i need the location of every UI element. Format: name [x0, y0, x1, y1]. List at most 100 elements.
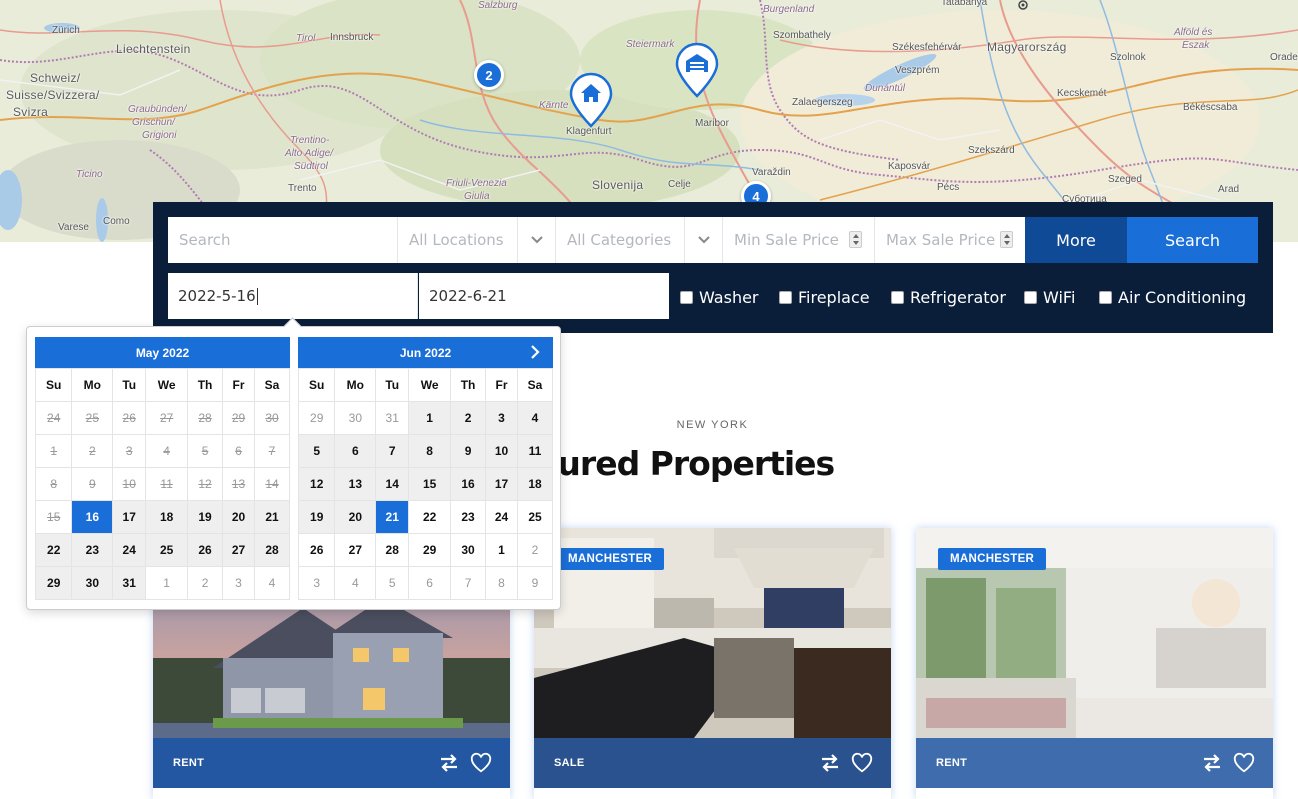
heart-icon[interactable] — [851, 752, 873, 774]
calendar-day[interactable]: 29 — [408, 533, 452, 567]
calendar-day[interactable]: 2 — [517, 533, 553, 567]
calendar-day[interactable]: 25 — [517, 500, 553, 534]
calendar-day[interactable]: 13 — [334, 467, 377, 501]
calendar-day-selected[interactable]: 21 — [375, 500, 410, 534]
calendar-day[interactable]: 9 — [450, 434, 487, 468]
location-select[interactable]: All Locations — [398, 217, 518, 263]
calendar-day[interactable]: 20 — [222, 500, 256, 534]
calendar-day[interactable]: 19 — [297, 500, 336, 534]
calendar-day[interactable]: 30 — [71, 566, 114, 600]
calendar-day[interactable]: 31 — [112, 566, 147, 600]
calendar-day[interactable]: 24 — [112, 533, 147, 567]
checkbox[interactable] — [1024, 291, 1037, 304]
calendar-day[interactable]: 1 — [485, 533, 519, 567]
compare-icon[interactable] — [819, 752, 841, 774]
calendar-day[interactable]: 20 — [334, 500, 377, 534]
category-select[interactable]: All Categories — [556, 217, 685, 263]
checkbox[interactable] — [779, 291, 792, 304]
calendar-day[interactable]: 4 — [517, 401, 553, 435]
house-marker-icon[interactable] — [567, 72, 615, 128]
calendar-day[interactable]: 6 — [334, 434, 377, 468]
calendar-day[interactable]: 1 — [145, 566, 189, 600]
calendar-day[interactable]: 26 — [297, 533, 336, 567]
calendar-day[interactable]: 9 — [517, 566, 553, 600]
calendar-day[interactable]: 22 — [408, 500, 452, 534]
heart-icon[interactable] — [470, 752, 492, 774]
calendar-day[interactable]: 19 — [187, 500, 224, 534]
map-cluster-marker[interactable]: 2 — [474, 60, 504, 90]
calendar-day[interactable]: 14 — [375, 467, 410, 501]
calendar-day[interactable]: 12 — [297, 467, 336, 501]
calendar-day[interactable]: 1 — [408, 401, 452, 435]
property-card[interactable]: MANCHESTER SALE — [534, 528, 891, 799]
page: Salzburg Burgenland Tatabánya Zürich Lie… — [0, 0, 1298, 799]
keyword-input[interactable] — [179, 231, 397, 249]
calendar-day[interactable]: 18 — [517, 467, 553, 501]
calendar-day[interactable]: 16 — [450, 467, 487, 501]
checkout-date-input[interactable]: 2022-6-21 — [419, 273, 669, 319]
amenity-fireplace-checkbox[interactable]: Fireplace — [779, 288, 870, 307]
calendar-day[interactable]: 24 — [485, 500, 519, 534]
calendar-day[interactable]: 18 — [145, 500, 189, 534]
calendar-day[interactable]: 5 — [297, 434, 336, 468]
checkbox[interactable] — [680, 291, 693, 304]
calendar-day[interactable]: 29 — [34, 566, 73, 600]
calendar-day[interactable]: 17 — [485, 467, 519, 501]
garage-marker-icon[interactable] — [673, 42, 721, 98]
heart-icon[interactable] — [1233, 752, 1255, 774]
calendar-day[interactable]: 3 — [222, 566, 256, 600]
amenity-wifi-checkbox[interactable]: WiFi — [1024, 288, 1075, 307]
checkin-date-input[interactable]: 2022-5-16 — [168, 273, 418, 319]
checkbox[interactable] — [891, 291, 904, 304]
calendar-day[interactable]: 3 — [297, 566, 336, 600]
calendar-day[interactable]: 5 — [375, 566, 410, 600]
calendar-day[interactable]: 23 — [450, 500, 487, 534]
keyword-field[interactable] — [168, 217, 398, 263]
number-spinner[interactable] — [1000, 231, 1013, 248]
property-card[interactable]: MANCHESTER RENT — [916, 528, 1273, 799]
calendar-day[interactable]: 30 — [450, 533, 487, 567]
chevron-right-icon[interactable] — [527, 344, 543, 360]
calendar-day-selected[interactable]: 16 — [71, 500, 114, 534]
amenity-washer-checkbox[interactable]: Washer — [680, 288, 759, 307]
calendar-day[interactable]: 25 — [145, 533, 189, 567]
calendar-day[interactable]: 30 — [334, 401, 377, 435]
weekday-header: Mo — [71, 368, 114, 402]
chevron-down-icon[interactable] — [685, 217, 723, 263]
calendar-day[interactable]: 28 — [375, 533, 410, 567]
calendar-day[interactable]: 31 — [375, 401, 410, 435]
chevron-down-icon[interactable] — [518, 217, 556, 263]
min-price-field[interactable] — [723, 217, 875, 263]
calendar-day[interactable]: 15 — [408, 467, 452, 501]
calendar-day[interactable]: 29 — [297, 401, 336, 435]
number-spinner[interactable] — [849, 231, 862, 248]
calendar-day[interactable]: 4 — [254, 566, 290, 600]
calendar-day[interactable]: 21 — [254, 500, 290, 534]
calendar-day[interactable]: 4 — [334, 566, 377, 600]
calendar-day[interactable]: 11 — [517, 434, 553, 468]
calendar-day[interactable]: 7 — [450, 566, 487, 600]
calendar-day[interactable]: 17 — [112, 500, 147, 534]
calendar-day[interactable]: 27 — [334, 533, 377, 567]
max-price-field[interactable] — [875, 217, 1025, 263]
calendar-day[interactable]: 2 — [187, 566, 224, 600]
calendar-day[interactable]: 22 — [34, 533, 73, 567]
amenity-air-conditioning-checkbox[interactable]: Air Conditioning — [1099, 288, 1246, 307]
search-button[interactable]: Search — [1127, 217, 1258, 263]
compare-icon[interactable] — [1201, 752, 1223, 774]
calendar-day[interactable]: 6 — [408, 566, 452, 600]
compare-icon[interactable] — [438, 752, 460, 774]
amenity-refrigerator-checkbox[interactable]: Refrigerator — [891, 288, 1006, 307]
calendar-day[interactable]: 3 — [485, 401, 519, 435]
calendar-day[interactable]: 27 — [222, 533, 256, 567]
calendar-day[interactable]: 10 — [485, 434, 519, 468]
calendar-day[interactable]: 23 — [71, 533, 114, 567]
more-filters-button[interactable]: More — [1025, 217, 1127, 263]
calendar-day[interactable]: 8 — [408, 434, 452, 468]
calendar-day[interactable]: 8 — [485, 566, 519, 600]
calendar-day[interactable]: 7 — [375, 434, 410, 468]
calendar-day[interactable]: 26 — [187, 533, 224, 567]
checkbox[interactable] — [1099, 291, 1112, 304]
calendar-day[interactable]: 28 — [254, 533, 290, 567]
calendar-day[interactable]: 2 — [450, 401, 487, 435]
